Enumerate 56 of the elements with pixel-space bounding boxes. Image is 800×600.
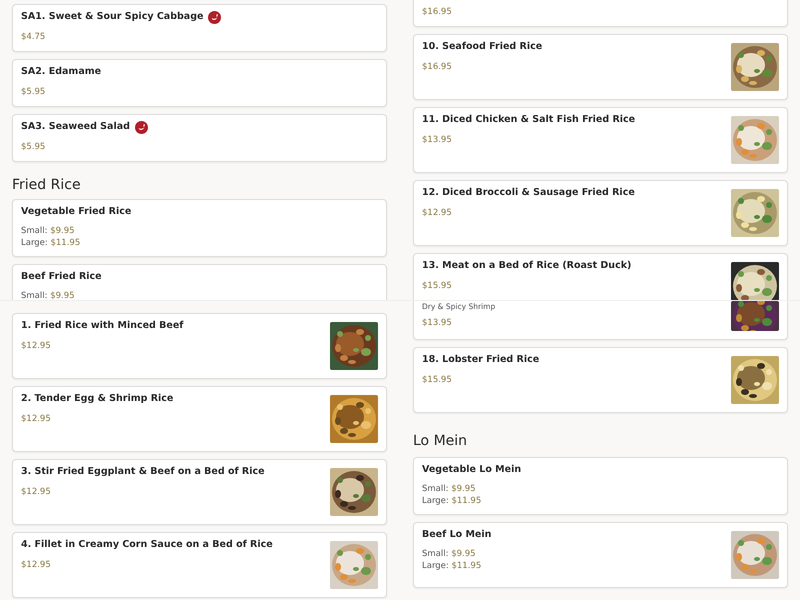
- dish-name: 3. Stir Fried Eggplant & Beef on a Bed of Rice: [21, 465, 265, 479]
- dish-name: Vegetable Fried Rice: [21, 205, 132, 219]
- dish-name: 10. Seafood Fried Rice: [422, 40, 542, 54]
- menu-card[interactable]: 10. Seafood Fried Rice $16.95: [413, 34, 788, 100]
- dish-name: SA2. Edamame: [21, 65, 102, 79]
- menu-card[interactable]: 11. Diced Chicken & Salt Fish Fried Rice $13.95: [413, 107, 788, 173]
- price: $16.95: [422, 6, 453, 19]
- menu-card[interactable]: 3. Stir Fried Eggplant & Beef on a Bed of Rice $12.95: [12, 459, 387, 525]
- menu-card[interactable]: 12. Diced Broccoli & Sausage Fried Rice $12.95: [413, 180, 788, 246]
- section-heading: Fried Rice: [12, 176, 82, 195]
- price: $12.95: [21, 559, 52, 572]
- price: $16.95: [422, 61, 453, 74]
- dish-name: 13. Meat on a Bed of Rice (Roast Duck): [422, 259, 632, 273]
- menu-card[interactable]: Vegetable Lo Mein Small: $9.95 Large: $11.95: [413, 457, 788, 515]
- menu-card[interactable]: 18. Lobster Fried Rice $15.95: [413, 347, 788, 413]
- price: $13.95: [422, 134, 453, 147]
- price: Small: $9.95: [21, 290, 76, 300]
- section-heading: Lo Mein: [413, 432, 468, 451]
- price: $5.95: [21, 86, 46, 99]
- dish-name: SA3. Seaweed Salad: [21, 120, 130, 134]
- menu-card[interactable]: $16.95: [413, 0, 788, 27]
- menu-card[interactable]: 4. Fillet in Creamy Corn Sauce on a Bed of Rice $12.95: [12, 532, 387, 598]
- price: Small: $9.95: [422, 548, 477, 560]
- dish-name: SA1. Sweet & Sour Spicy Cabbage: [21, 10, 204, 24]
- price: $15.95: [422, 280, 453, 293]
- dish-name: 2. Tender Egg & Shrimp Rice: [21, 392, 174, 406]
- dish-name: 12. Diced Broccoli & Sausage Fried Rice: [422, 186, 635, 200]
- dish-name: 1. Fried Rice with Minced Beef: [21, 319, 184, 333]
- menu-card[interactable]: SA3. Seaweed Salad $5.95: [12, 114, 387, 162]
- price: $13.95: [422, 317, 453, 330]
- price: Large: $11.95: [422, 495, 482, 507]
- price: $5.95: [21, 141, 46, 154]
- menu-card[interactable]: Beef Lo Mein Small: $9.95 Large: $11.95: [413, 522, 788, 588]
- menu-card[interactable]: SA1. Sweet & Sour Spicy Cabbage $4.75: [12, 4, 387, 52]
- menu-card[interactable]: 2. Tender Egg & Shrimp Rice $12.95: [12, 386, 387, 452]
- menu-card[interactable]: 13. Meat on a Bed of Rice (Roast Duck) $15.95: [413, 253, 788, 300]
- dish-name: Beef Lo Mein: [422, 528, 492, 542]
- menu-card[interactable]: Beef Fried Rice Small: $9.95: [12, 264, 387, 300]
- dish-name: Vegetable Lo Mein: [422, 463, 522, 477]
- price: $12.95: [21, 486, 52, 499]
- dish-name: 4. Fillet in Creamy Corn Sauce on a Bed of Rice: [21, 538, 273, 552]
- menu-card[interactable]: SA2. Edamame $5.95: [12, 59, 387, 107]
- price: Small: $9.95: [21, 225, 76, 237]
- price: Large: $11.95: [21, 237, 82, 249]
- price: Small: $9.95: [422, 483, 477, 495]
- dish-name: 11. Diced Chicken & Salt Fish Fried Rice: [422, 113, 636, 127]
- price: Large: $11.95: [422, 560, 482, 572]
- price: $12.95: [422, 207, 453, 220]
- dish-name: Beef Fried Rice: [21, 270, 102, 284]
- price: $12.95: [21, 413, 52, 426]
- price: $4.75: [21, 31, 46, 44]
- price: $15.95: [422, 374, 453, 387]
- menu-card[interactable]: 1. Fried Rice with Minced Beef $12.95: [12, 313, 387, 379]
- price: $12.95: [21, 340, 52, 353]
- dish-name: 18. Lobster Fried Rice: [422, 353, 540, 367]
- menu-card[interactable]: Vegetable Fried Rice Small: $9.95 Large: $11.95: [12, 199, 387, 257]
